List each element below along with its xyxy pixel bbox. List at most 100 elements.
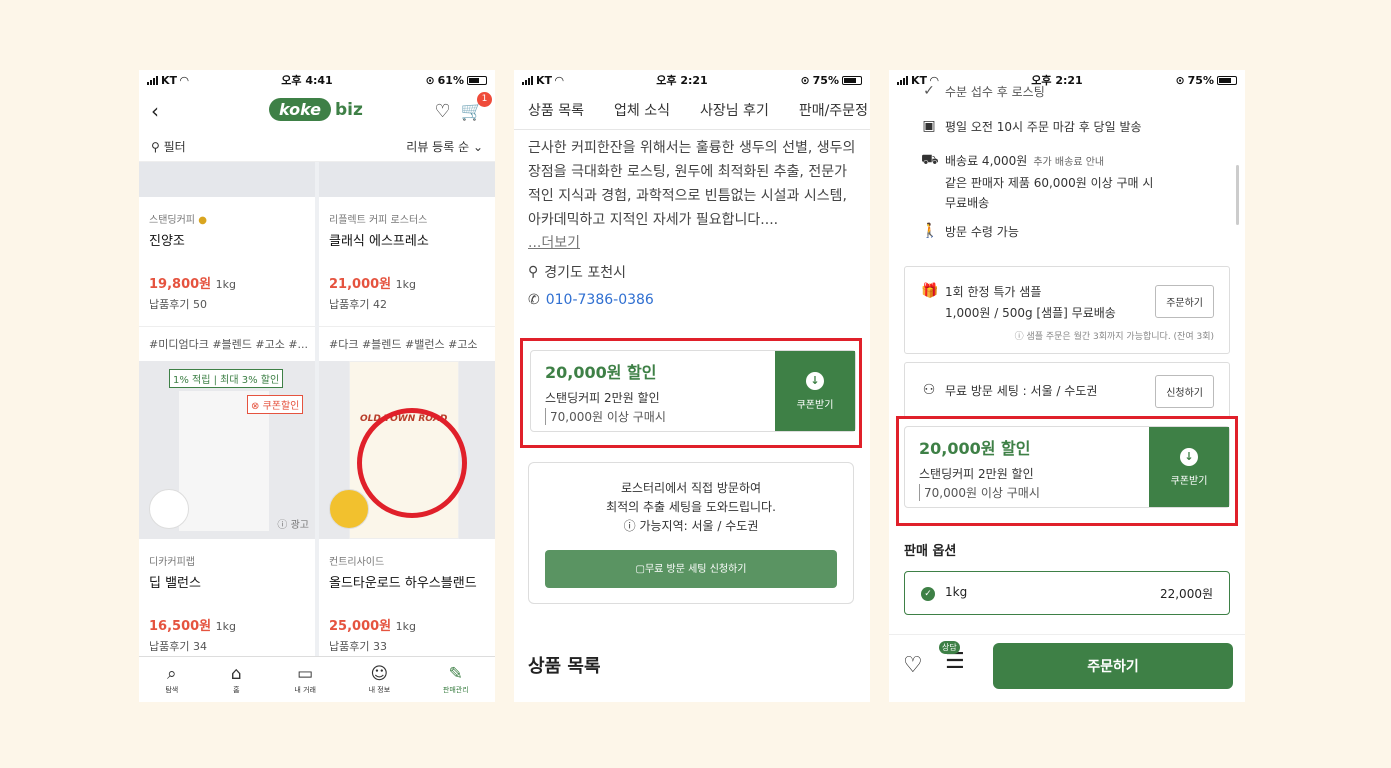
heart-icon[interactable]: ♡ <box>903 653 923 678</box>
bottom-action-bar: ♡ ☰ 상담 주문하기 <box>889 634 1245 702</box>
walking-icon: 🚶 <box>921 223 939 239</box>
chat-badge: 상담 <box>939 641 960 654</box>
battery-icon <box>842 75 862 85</box>
visit-setting-button[interactable]: ▢ 무료 방문 세팅 신청하기 <box>545 550 837 588</box>
battery-icon <box>1217 75 1237 85</box>
sample-desc: 1,000원 / 500g [샘플] 무료배송 <box>945 306 1116 320</box>
alarm-icon: ⊙ <box>1175 73 1185 87</box>
tab-reviews[interactable]: 사장님 후기 <box>700 100 769 120</box>
store-description: 근사한 커피한잔을 위해서는 훌륭한 생두의 선별, 생두의 장점을 극대화한 … <box>528 140 856 228</box>
phone-icon: ✆ <box>528 292 540 308</box>
ad-label: ⓘ 광고 <box>277 520 309 531</box>
store-location: ⚲ 경기도 포천시 <box>528 264 626 281</box>
tab-sales-info[interactable]: 판매/주문정 <box>799 100 868 120</box>
tab-products[interactable]: 상품 목록 <box>528 100 584 120</box>
product-card[interactable]: 리플렉트 커피 로스터스 클래식 에스프레소 21,000원 1kg 납품후기 … <box>319 211 495 361</box>
coupon-download-button[interactable]: ↓ 쿠폰받기 <box>1149 427 1229 507</box>
phone-store-detail: KT ◠ 오후 2:21 ⊙ 75% 상품 목록 업체 소식 사장님 후기 판매/주… <box>514 70 870 702</box>
store-tabs: 상품 목록 업체 소식 사장님 후기 판매/주문정 <box>514 90 870 130</box>
seller-name: 컨트리사이드 <box>329 557 385 568</box>
promo-badge: 1% 적립 | 최대 3% 할인 <box>169 369 284 388</box>
gift-icon: 🎁 <box>921 283 939 299</box>
option-title: 판매 옵션 <box>904 544 957 559</box>
check-icon: ✓ <box>921 587 935 601</box>
product-card[interactable]: 컨트리사이드 올드타운로드 하우스블랜드 25,000원 1kg 납품후기 33 <box>319 553 495 654</box>
signal-icon <box>147 75 158 85</box>
truck-icon: ⛟ <box>921 152 939 168</box>
medal-icon: ● <box>198 215 207 226</box>
tab-my-trades[interactable]: ▭ 내 거래 <box>294 665 316 695</box>
check-circle-icon: ✓ <box>923 83 935 99</box>
more-link[interactable]: ...더보기 <box>514 232 870 252</box>
review-count: 납품후기 50 <box>149 298 207 311</box>
sort-select[interactable]: 리뷰 등록 순 ⌄ <box>406 138 483 155</box>
tab-home[interactable]: ⌂ 홈 <box>231 665 242 695</box>
cart-button[interactable]: 🛒 1 <box>461 91 492 122</box>
battery-percent: 61% <box>437 73 464 87</box>
cart-badge: 1 <box>477 91 492 107</box>
search-icon: ⌕ <box>167 663 177 684</box>
product-price: 16,500원 1kg <box>149 619 237 634</box>
carrier: KT <box>161 73 178 87</box>
smile-icon: ☺ <box>370 663 389 684</box>
product-tags: #미디엄다크 #블렌드 #고소 #... <box>139 326 315 361</box>
clock: 오후 4:41 <box>281 74 333 87</box>
bottom-tab-bar: ⌕ 탐색 ⌂ 홈 ▭ 내 거래 ☺ 내 정보 ✎ 판매관리 <box>139 656 495 702</box>
option-row[interactable]: ✓ 1kg 22,000원 <box>904 571 1230 615</box>
visit-setting-card: 로스터리에서 직접 방문하여 최적의 추출 세팅을 도와드립니다. ⓘ 가능지역… <box>528 462 854 604</box>
extra-fee-link[interactable]: 추가 배송료 안내 <box>1033 157 1104 168</box>
battery-icon <box>467 75 487 85</box>
visit-apply-button[interactable]: 신청하기 <box>1155 375 1214 408</box>
tab-sales-manage[interactable]: ✎ 판매관리 <box>443 665 469 695</box>
product-card[interactable]: 디카커피랩 딥 밸런스 16,500원 1kg 납품후기 34 <box>139 553 315 654</box>
home-icon: ⌂ <box>230 663 242 684</box>
shipping-fee: ⛟ 배송료 4,000원 추가 배송료 안내 같은 판매자 제품 60,000원 이상… <box>921 152 1154 210</box>
box-icon: ▭ <box>297 663 314 684</box>
store-phone[interactable]: ✆ 010-7386-0386 <box>514 282 870 308</box>
sample-order-button[interactable]: 주문하기 <box>1155 285 1214 318</box>
location-pin-icon: ⚲ <box>528 264 539 280</box>
coupon-badge: ⊗ 쿠폰할인 <box>247 395 304 414</box>
review-count: 납품후기 42 <box>329 298 387 311</box>
app-header: ‹ koke biz ♡ 🛒 1 <box>139 90 495 132</box>
download-icon: ↓ <box>806 371 824 390</box>
signal-icon <box>522 75 533 85</box>
status-bar: KT ◠ 오후 4:41 ⊙ 61% <box>139 70 495 90</box>
tab-news[interactable]: 업체 소식 <box>614 100 670 120</box>
highlight-circle <box>357 408 467 518</box>
order-button[interactable]: 주문하기 <box>993 643 1233 689</box>
product-name: 클래식 에스프레소 <box>329 234 429 249</box>
coupon-condition: 70,000원 이상 구매시 <box>545 408 761 425</box>
app-logo: koke biz <box>269 98 363 121</box>
phone-product-detail: KT ◠ 오후 2:21 ⊙ 75% ✓ 수분 섭수 후 로스팅 ▣ 평일 오전 10시… <box>889 70 1245 702</box>
sample-note: ⓘ 샘플 주문은 월간 3회까지 가능합니다. (잔여 3회) <box>1014 332 1214 342</box>
review-count: 납품후기 34 <box>149 640 207 653</box>
tab-my-info[interactable]: ☺ 내 정보 <box>369 665 391 695</box>
filter-button[interactable]: ⚲ 필터 <box>151 138 186 155</box>
product-price: 21,000원 1kg <box>329 277 417 292</box>
product-image <box>139 162 315 197</box>
review-count: 납품후기 33 <box>329 640 387 653</box>
alarm-icon: ⊙ <box>425 73 435 87</box>
coupon-download-button[interactable]: ↓ 쿠폰받기 <box>775 351 855 431</box>
product-image[interactable]: 1% 적립 | 최대 3% 할인 ⊗ 쿠폰할인 ⓘ 광고 <box>139 361 315 539</box>
section-title: 상품 목록 <box>528 656 601 677</box>
coupon-card: 20,000원 할인 스탠딩커피 2만원 할인 70,000원 이상 구매시 ↓ 쿠폰… <box>904 426 1230 508</box>
info-icon: ⓘ <box>1014 332 1027 342</box>
bag-icon: ▢ <box>635 563 645 575</box>
coupon-name: 스탠딩커피 2만원 할인 <box>545 391 660 405</box>
heart-icon[interactable]: ♡ <box>434 101 450 122</box>
product-card[interactable]: 스탠딩커피 ● 진양조 19,800원 1kg 납품후기 50 #미디엄다크 #… <box>139 211 315 361</box>
info-icon: ⓘ <box>623 519 640 533</box>
back-icon[interactable]: ‹ <box>151 99 159 123</box>
scrollbar[interactable] <box>1236 165 1239 225</box>
alarm-icon: ⊙ <box>800 73 810 87</box>
wifi-icon: ◠ <box>555 73 564 87</box>
filter-icon: ⚲ <box>151 140 164 154</box>
coupon-amount: 20,000원 할인 <box>545 363 657 382</box>
chat-button[interactable]: ☰ 상담 <box>939 641 965 674</box>
sample-title: 1회 한정 특가 샘플 <box>945 285 1042 299</box>
calendar-icon: ▣ <box>922 118 936 134</box>
tab-explore[interactable]: ⌕ 탐색 <box>165 665 178 695</box>
product-grid: 스탠딩커피 ● 진양조 19,800원 1kg 납품후기 50 #미디엄다크 #… <box>139 162 495 658</box>
